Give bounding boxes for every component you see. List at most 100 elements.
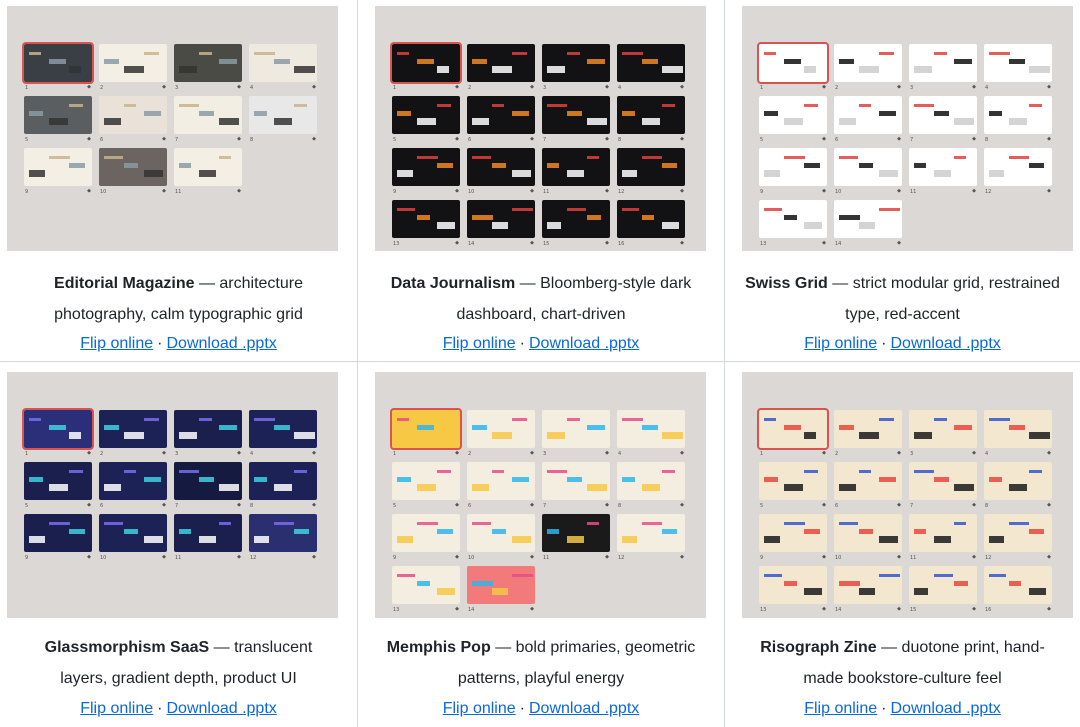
- slide-menu-icon[interactable]: ◆: [455, 606, 459, 612]
- flip-online-link[interactable]: Flip online: [804, 700, 877, 717]
- template-preview[interactable]: 1 ◆ 2 ◆ 3 ◆ 4 ◆ 5 ◆ 6 ◆ 7 ◆ 8 ◆ 9 ◆ 10 ◆ 11 ◆ 12 ◆: [7, 372, 338, 618]
- slide-thumbnail[interactable]: 2 ◆: [834, 410, 902, 462]
- slide-thumbnail[interactable]: 2 ◆: [834, 44, 902, 96]
- template-preview[interactable]: 1 ◆ 2 ◆ 3 ◆ 4 ◆ 5 ◆ 6 ◆ 7 ◆ 8 ◆ 9 ◆ 10 ◆ 11 ◆ 12 ◆ 13 ◆ 14 ◆: [375, 372, 706, 618]
- slide-menu-icon[interactable]: ◆: [87, 502, 91, 508]
- slide-menu-icon[interactable]: ◆: [530, 136, 534, 142]
- slide-menu-icon[interactable]: ◆: [87, 136, 91, 142]
- slide-menu-icon[interactable]: ◆: [680, 502, 684, 508]
- slide-thumbnail[interactable]: 7 ◆: [909, 462, 977, 514]
- slide-menu-icon[interactable]: ◆: [822, 240, 826, 246]
- slide-menu-icon[interactable]: ◆: [312, 136, 316, 142]
- slide-menu-icon[interactable]: ◆: [455, 188, 459, 194]
- slide-menu-icon[interactable]: ◆: [605, 240, 609, 246]
- slide-menu-icon[interactable]: ◆: [237, 450, 241, 456]
- slide-menu-icon[interactable]: ◆: [680, 188, 684, 194]
- slide-thumbnail[interactable]: 5 ◆: [392, 96, 460, 148]
- download-pptx-link[interactable]: Download .pptx: [529, 700, 639, 717]
- slide-thumbnail[interactable]: 10 ◆: [834, 148, 902, 200]
- slide-menu-icon[interactable]: ◆: [162, 188, 166, 194]
- slide-thumbnail[interactable]: 14 ◆: [467, 566, 535, 618]
- slide-thumbnail[interactable]: 8 ◆: [249, 462, 317, 514]
- slide-thumbnail[interactable]: 14 ◆: [834, 566, 902, 618]
- slide-menu-icon[interactable]: ◆: [530, 84, 534, 90]
- slide-thumbnail[interactable]: 1 ◆: [757, 408, 829, 462]
- slide-thumbnail[interactable]: 9 ◆: [24, 148, 92, 200]
- slide-menu-icon[interactable]: ◆: [162, 554, 166, 560]
- template-preview[interactable]: 1 ◆ 2 ◆ 3 ◆ 4 ◆ 5 ◆ 6 ◆ 7 ◆ 8 ◆ 9 ◆ 10 ◆ 11 ◆ 12 ◆ 13 ◆ 14 ◆ 15 ◆ 16 ◆: [375, 6, 706, 251]
- slide-thumbnail[interactable]: 5 ◆: [759, 462, 827, 514]
- slide-thumbnail[interactable]: 7 ◆: [542, 462, 610, 514]
- slide-menu-icon[interactable]: ◆: [680, 240, 684, 246]
- slide-menu-icon[interactable]: ◆: [897, 554, 901, 560]
- slide-menu-icon[interactable]: ◆: [237, 502, 241, 508]
- slide-thumbnail[interactable]: 13 ◆: [392, 200, 460, 251]
- slide-thumbnail[interactable]: 6 ◆: [99, 96, 167, 148]
- slide-menu-icon[interactable]: ◆: [162, 84, 166, 90]
- slide-thumbnail[interactable]: 9 ◆: [392, 148, 460, 200]
- slide-thumbnail[interactable]: 9 ◆: [759, 148, 827, 200]
- slide-thumbnail[interactable]: 2 ◆: [99, 44, 167, 96]
- slide-thumbnail[interactable]: 2 ◆: [99, 410, 167, 462]
- slide-menu-icon[interactable]: ◆: [680, 450, 684, 456]
- slide-thumbnail[interactable]: 8 ◆: [617, 96, 685, 148]
- slide-menu-icon[interactable]: ◆: [822, 554, 826, 560]
- slide-menu-icon[interactable]: ◆: [530, 502, 534, 508]
- slide-thumbnail[interactable]: 3 ◆: [174, 410, 242, 462]
- slide-thumbnail[interactable]: 11 ◆: [174, 148, 242, 200]
- slide-menu-icon[interactable]: ◆: [822, 502, 826, 508]
- slide-thumbnail[interactable]: 2 ◆: [467, 44, 535, 96]
- slide-thumbnail[interactable]: 12 ◆: [984, 514, 1052, 566]
- slide-thumbnail[interactable]: 8 ◆: [249, 96, 317, 148]
- slide-menu-icon[interactable]: ◆: [312, 502, 316, 508]
- slide-menu-icon[interactable]: ◆: [897, 136, 901, 142]
- slide-menu-icon[interactable]: ◆: [822, 450, 826, 456]
- slide-menu-icon[interactable]: ◆: [1047, 554, 1051, 560]
- slide-menu-icon[interactable]: ◆: [897, 188, 901, 194]
- slide-menu-icon[interactable]: ◆: [530, 450, 534, 456]
- slide-menu-icon[interactable]: ◆: [530, 554, 534, 560]
- slide-menu-icon[interactable]: ◆: [1047, 84, 1051, 90]
- slide-menu-icon[interactable]: ◆: [972, 136, 976, 142]
- slide-thumbnail[interactable]: 4 ◆: [984, 410, 1052, 462]
- slide-thumbnail[interactable]: 1 ◆: [22, 408, 94, 462]
- slide-thumbnail[interactable]: 1 ◆: [390, 408, 462, 462]
- slide-menu-icon[interactable]: ◆: [87, 188, 91, 194]
- download-pptx-link[interactable]: Download .pptx: [166, 335, 276, 352]
- slide-menu-icon[interactable]: ◆: [1047, 450, 1051, 456]
- download-pptx-link[interactable]: Download .pptx: [890, 700, 1000, 717]
- download-pptx-link[interactable]: Download .pptx: [529, 335, 639, 352]
- slide-thumbnail[interactable]: 13 ◆: [759, 566, 827, 618]
- slide-menu-icon[interactable]: ◆: [530, 240, 534, 246]
- slide-thumbnail[interactable]: 5 ◆: [759, 96, 827, 148]
- slide-thumbnail[interactable]: 10 ◆: [467, 514, 535, 566]
- slide-thumbnail[interactable]: 1 ◆: [22, 42, 94, 96]
- slide-menu-icon[interactable]: ◆: [237, 188, 241, 194]
- slide-menu-icon[interactable]: ◆: [87, 554, 91, 560]
- slide-thumbnail[interactable]: 11 ◆: [542, 148, 610, 200]
- slide-thumbnail[interactable]: 4 ◆: [249, 410, 317, 462]
- slide-menu-icon[interactable]: ◆: [1047, 606, 1051, 612]
- slide-thumbnail[interactable]: 12 ◆: [984, 148, 1052, 200]
- slide-thumbnail[interactable]: 10 ◆: [467, 148, 535, 200]
- slide-menu-icon[interactable]: ◆: [312, 554, 316, 560]
- slide-menu-icon[interactable]: ◆: [972, 450, 976, 456]
- slide-menu-icon[interactable]: ◆: [455, 554, 459, 560]
- slide-menu-icon[interactable]: ◆: [605, 502, 609, 508]
- slide-thumbnail[interactable]: 8 ◆: [984, 462, 1052, 514]
- slide-menu-icon[interactable]: ◆: [897, 502, 901, 508]
- slide-menu-icon[interactable]: ◆: [237, 554, 241, 560]
- slide-thumbnail[interactable]: 7 ◆: [174, 462, 242, 514]
- slide-menu-icon[interactable]: ◆: [312, 450, 316, 456]
- slide-thumbnail[interactable]: 3 ◆: [542, 44, 610, 96]
- slide-menu-icon[interactable]: ◆: [897, 450, 901, 456]
- slide-menu-icon[interactable]: ◆: [455, 136, 459, 142]
- flip-online-link[interactable]: Flip online: [80, 700, 153, 717]
- download-pptx-link[interactable]: Download .pptx: [166, 700, 276, 717]
- slide-menu-icon[interactable]: ◆: [897, 606, 901, 612]
- flip-online-link[interactable]: Flip online: [443, 700, 516, 717]
- slide-menu-icon[interactable]: ◆: [87, 450, 91, 456]
- slide-thumbnail[interactable]: 6 ◆: [834, 462, 902, 514]
- slide-menu-icon[interactable]: ◆: [972, 188, 976, 194]
- slide-thumbnail[interactable]: 10 ◆: [834, 514, 902, 566]
